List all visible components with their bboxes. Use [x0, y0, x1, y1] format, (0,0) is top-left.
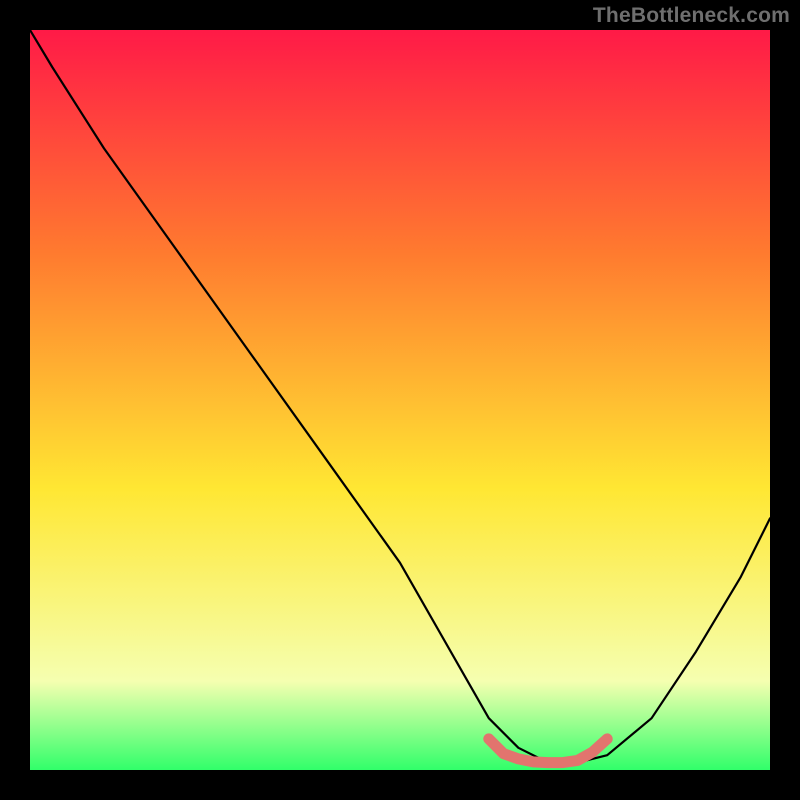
chart-canvas [30, 30, 770, 770]
gradient-background [30, 30, 770, 770]
chart-root: TheBottleneck.com [0, 0, 800, 800]
watermark-text: TheBottleneck.com [593, 4, 790, 28]
plot-area [30, 30, 770, 770]
